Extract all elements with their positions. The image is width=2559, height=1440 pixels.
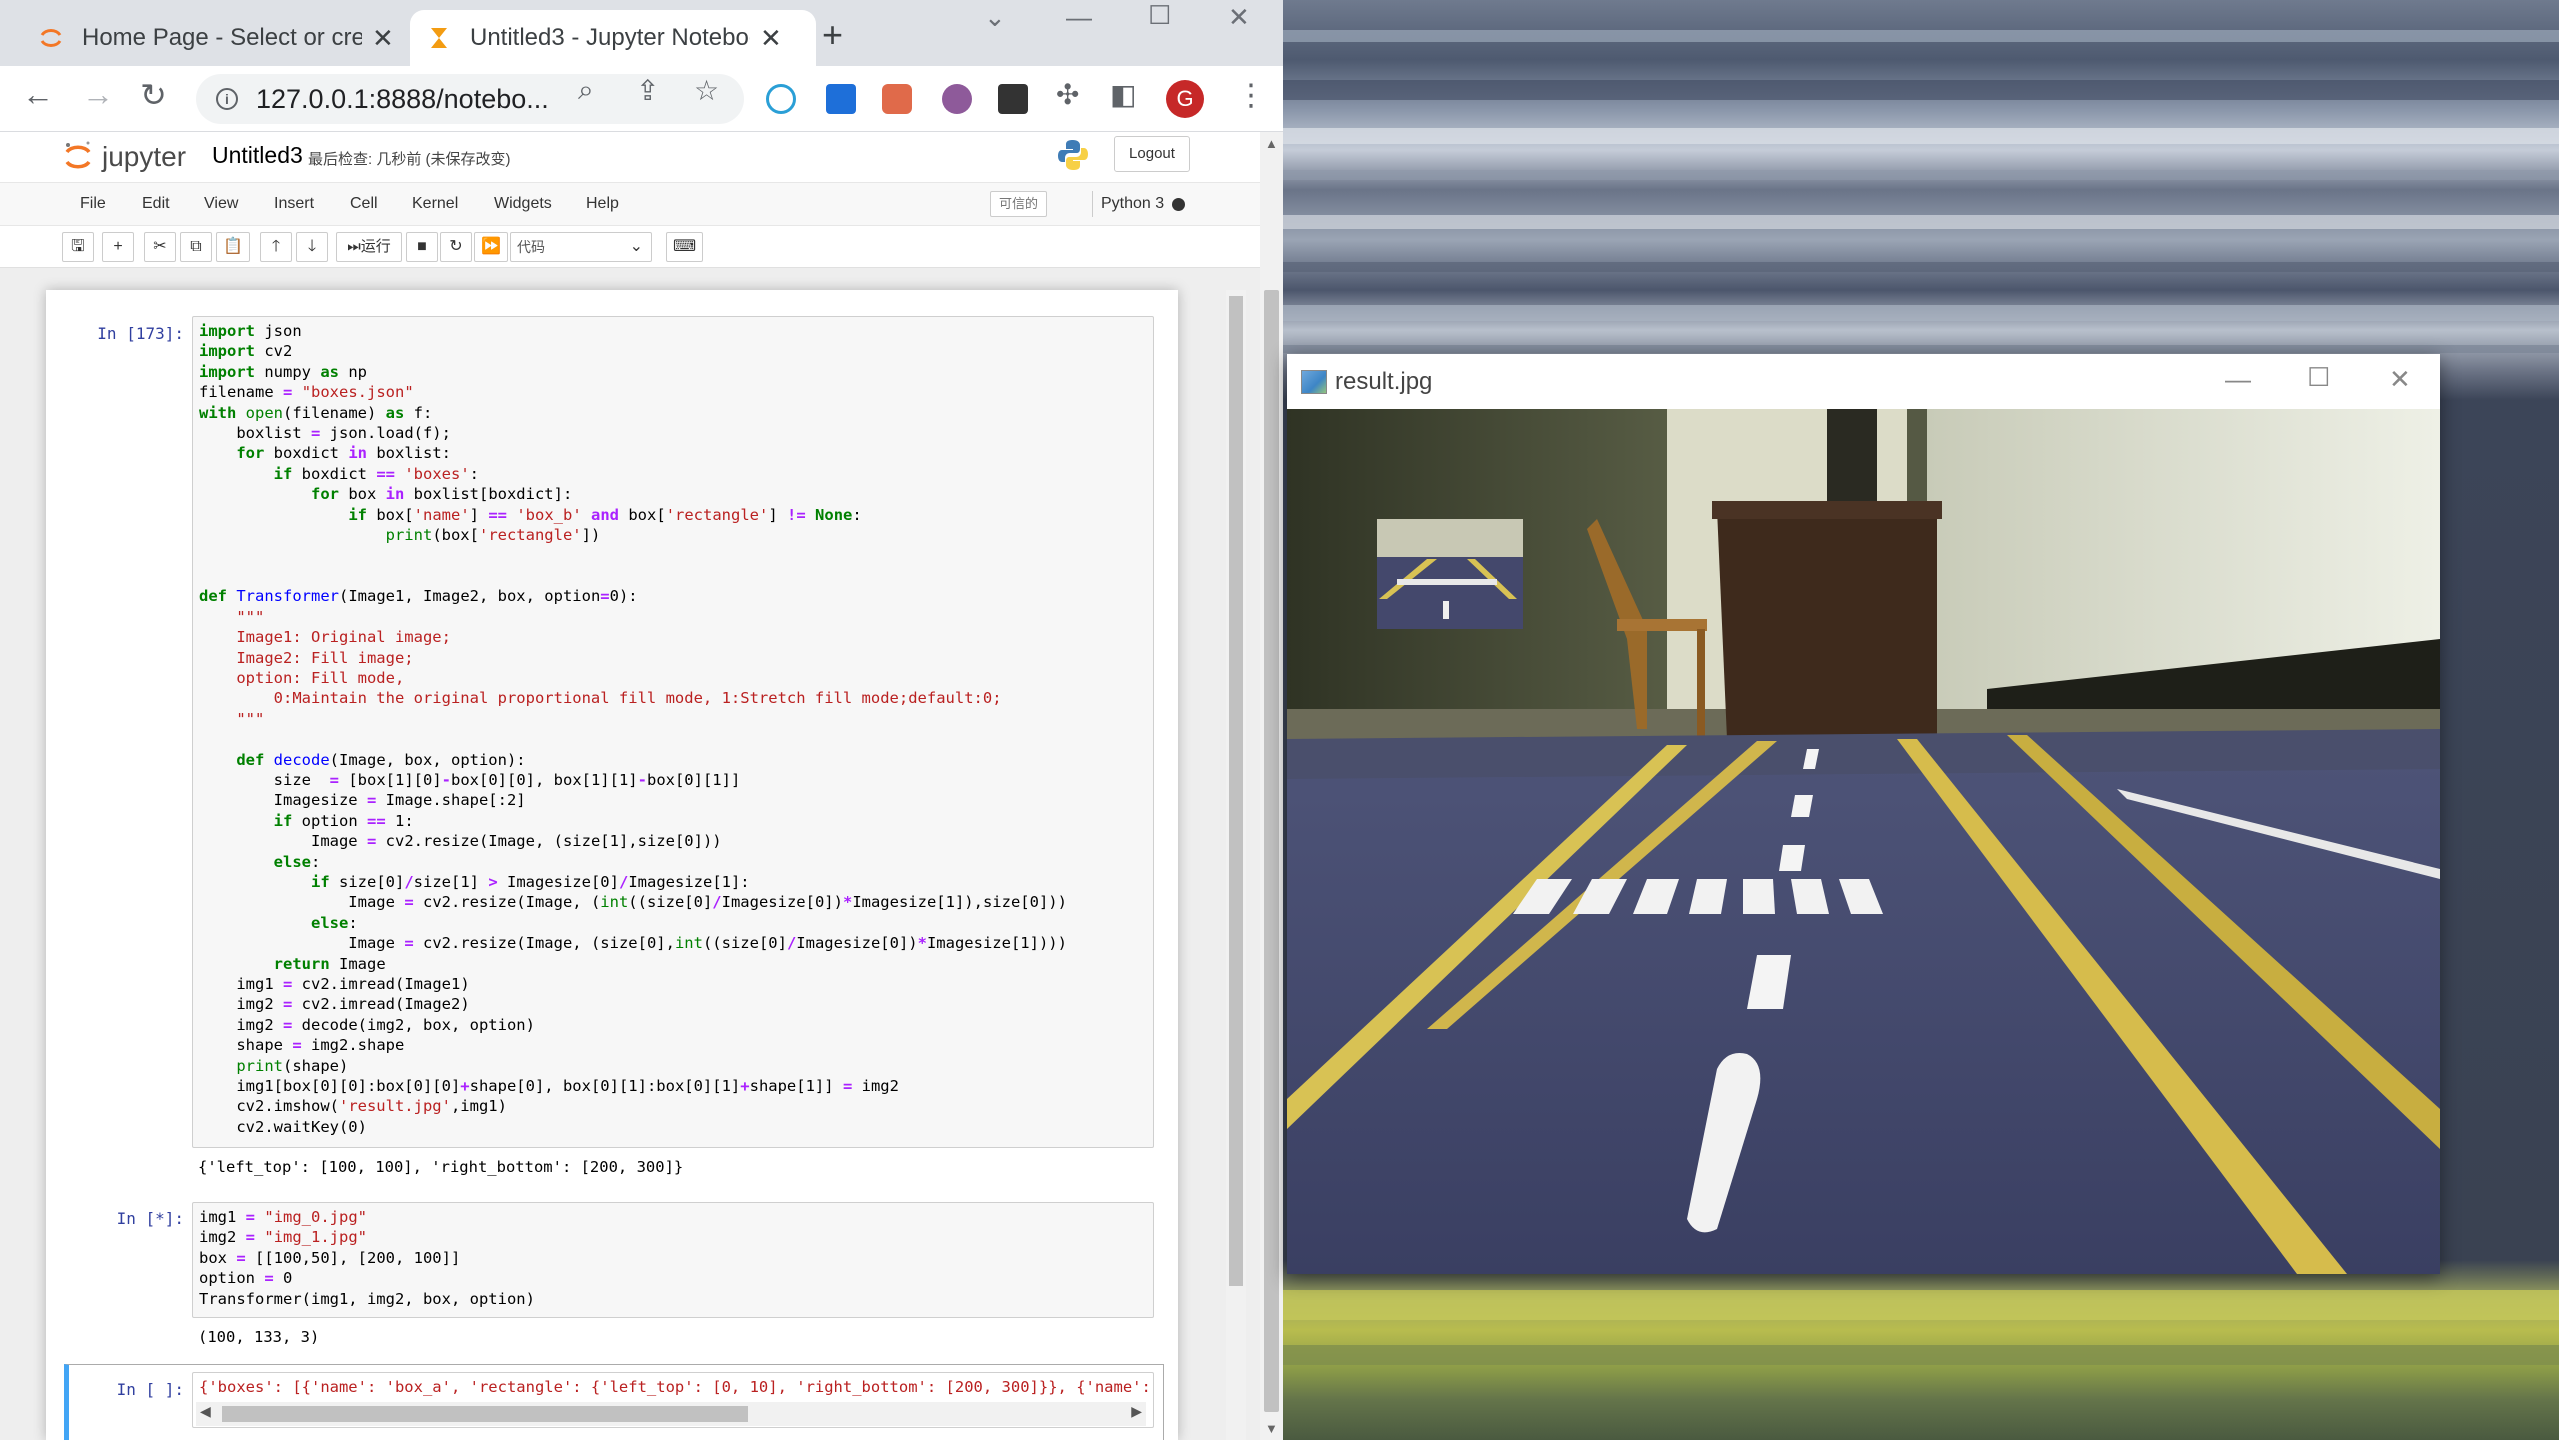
python-logo-icon: [1058, 140, 1088, 170]
stop-icon[interactable]: ■: [406, 232, 438, 262]
page-scrollbar[interactable]: ▲ ▼: [1260, 132, 1283, 1440]
kernel-busy-indicator: [1172, 198, 1185, 211]
menu-insert[interactable]: Insert: [274, 195, 314, 213]
address-bar[interactable]: i 127.0.0.1:8888/notebo...: [196, 74, 744, 124]
browser-window: Home Page - Select or create a notebook …: [0, 0, 1283, 1440]
cell-prompt: In [173]:: [97, 324, 184, 343]
scroll-up-icon[interactable]: ▲: [1265, 136, 1278, 151]
save-icon[interactable]: 🖫: [62, 232, 94, 262]
cell-output: (100, 133, 3): [198, 1328, 320, 1346]
tab-strip: Home Page - Select or create a notebook …: [0, 0, 1283, 66]
menu-widgets[interactable]: Widgets: [494, 195, 552, 213]
move-up-icon[interactable]: 🡑: [260, 232, 292, 262]
image-file-icon: [1301, 370, 1327, 394]
run-button[interactable]: ⏭运行: [336, 232, 402, 262]
scrollbar-thumb[interactable]: [1229, 296, 1243, 1286]
cell-prompt: In [ ]:: [116, 1380, 184, 1399]
menu-file[interactable]: File: [80, 195, 106, 213]
jupyter-wordmark: jupyter: [102, 141, 187, 172]
cell-type-value: 代码: [517, 239, 545, 255]
minimize-button[interactable]: —: [2225, 364, 2251, 395]
minimize-button[interactable]: —: [1066, 2, 1092, 33]
notebook-name[interactable]: Untitled3: [212, 142, 303, 169]
result-image: [1287, 409, 2440, 1274]
tab-title: Home Page - Select or create a notebook: [82, 24, 362, 51]
extension-icon[interactable]: [882, 84, 912, 114]
paste-icon[interactable]: 📋: [216, 232, 250, 262]
tab-home-page[interactable]: Home Page - Select or create a notebook …: [22, 10, 414, 66]
scroll-right-icon[interactable]: ▶: [1131, 1403, 1142, 1420]
image-viewer-window: result.jpg — ☐ ✕: [1287, 354, 2440, 1274]
scrollbar-thumb[interactable]: [1264, 290, 1279, 1412]
cell-type-select[interactable]: 代码 ⌄: [510, 232, 652, 262]
scroll-down-icon[interactable]: ▼: [1265, 1421, 1278, 1436]
menu-cell[interactable]: Cell: [350, 195, 378, 213]
cell-prompt: In [*]:: [116, 1209, 184, 1228]
logout-button[interactable]: Logout: [1114, 136, 1190, 172]
info-icon[interactable]: i: [216, 88, 238, 110]
extension-icon[interactable]: [942, 84, 972, 114]
new-tab-button[interactable]: +: [822, 14, 843, 56]
close-window-button[interactable]: ✕: [1228, 2, 1250, 33]
menu-edit[interactable]: Edit: [142, 195, 170, 213]
cut-icon[interactable]: ✂: [144, 232, 176, 262]
jupyter-favicon-icon: [40, 29, 62, 47]
browser-toolbar: ← → ↻ i 127.0.0.1:8888/notebo... ⌕ ⇪ ☆ ✣…: [0, 66, 1283, 132]
road-scene-image: [1287, 409, 2440, 1274]
zoom-icon[interactable]: ⌕: [578, 74, 594, 107]
trusted-badge[interactable]: 可信的: [990, 191, 1048, 217]
puzzle-extensions-icon[interactable]: ✣: [1056, 78, 1079, 111]
tab-search-icon[interactable]: ⌄: [984, 2, 1006, 33]
menu-help[interactable]: Help: [586, 195, 619, 213]
menu-view[interactable]: View: [204, 195, 238, 213]
code-line: {'boxes': [{'name': 'box_a', 'rectangle'…: [199, 1378, 1154, 1396]
tab-untitled3[interactable]: Untitled3 - Jupyter Notebook ✕: [410, 10, 816, 66]
close-window-button[interactable]: ✕: [2389, 364, 2411, 395]
notebook-menubar: File Edit View Insert Cell Kernel Widget…: [0, 182, 1260, 226]
profile-avatar[interactable]: G: [1166, 80, 1204, 118]
url-text: 127.0.0.1:8888/notebo...: [256, 83, 549, 114]
checkpoint-status: 最后检查: 几秒前 (未保存改变): [308, 151, 511, 168]
side-panel-icon[interactable]: ◧: [1110, 78, 1136, 111]
restart-run-all-icon[interactable]: ⏩: [474, 232, 508, 262]
image-window-titlebar[interactable]: result.jpg — ☐ ✕: [1287, 354, 2440, 409]
extension-icon[interactable]: [766, 84, 796, 114]
scrollbar-thumb[interactable]: [222, 1406, 748, 1422]
extension-icon[interactable]: [998, 84, 1028, 114]
jupyter-logo-icon: [65, 141, 91, 169]
bookmark-star-icon[interactable]: ☆: [694, 74, 719, 107]
notebook-scrollbar[interactable]: [1226, 290, 1246, 1440]
back-arrow-icon[interactable]: ←: [22, 76, 54, 113]
run-label: 运行: [360, 238, 391, 255]
insert-cell-icon[interactable]: +: [102, 232, 134, 262]
reload-icon[interactable]: ↻: [140, 76, 167, 114]
more-menu-icon[interactable]: ⋮: [1236, 78, 1266, 113]
code-editor[interactable]: img1 = "img_0.jpg" img2 = "img_1.jpg" bo…: [192, 1202, 1154, 1318]
image-window-title: result.jpg: [1335, 368, 1433, 395]
kernel-name[interactable]: Python 3: [1092, 191, 1164, 217]
forward-arrow-icon[interactable]: →: [82, 76, 114, 113]
close-icon[interactable]: ✕: [372, 23, 394, 54]
extension-icon[interactable]: [826, 84, 856, 114]
chevron-down-icon: ⌄: [629, 238, 643, 255]
hourglass-icon: [431, 28, 447, 48]
move-down-icon[interactable]: 🡓: [296, 232, 328, 262]
tab-title: Untitled3 - Jupyter Notebook: [470, 24, 750, 51]
copy-icon[interactable]: ⧉: [180, 232, 212, 262]
code-editor[interactable]: import json import cv2 import numpy as n…: [192, 316, 1154, 1148]
notebook-toolbar: 🖫 + ✂ ⧉ 📋 🡑 🡓 ⏭运行 ■ ↻ ⏩ 代码 ⌄ ⌨: [0, 226, 1260, 268]
command-palette-icon[interactable]: ⌨: [666, 232, 704, 262]
share-icon[interactable]: ⇪: [636, 74, 659, 107]
restart-icon[interactable]: ↻: [440, 232, 472, 262]
jupyter-logo[interactable]: jupyter: [64, 140, 186, 174]
scroll-left-icon[interactable]: ◀: [200, 1403, 211, 1420]
maximize-button[interactable]: ☐: [2307, 362, 2330, 393]
close-icon[interactable]: ✕: [760, 23, 782, 54]
menu-kernel[interactable]: Kernel: [412, 195, 458, 213]
maximize-button[interactable]: ☐: [1148, 0, 1171, 31]
cell-output: {'left_top': [100, 100], 'right_bottom':…: [198, 1158, 684, 1176]
horizontal-scrollbar[interactable]: ◀ ▶: [196, 1402, 1146, 1426]
notebook-header: jupyter Untitled3 最后检查: 几秒前 (未保存改变) Logo…: [0, 132, 1260, 182]
